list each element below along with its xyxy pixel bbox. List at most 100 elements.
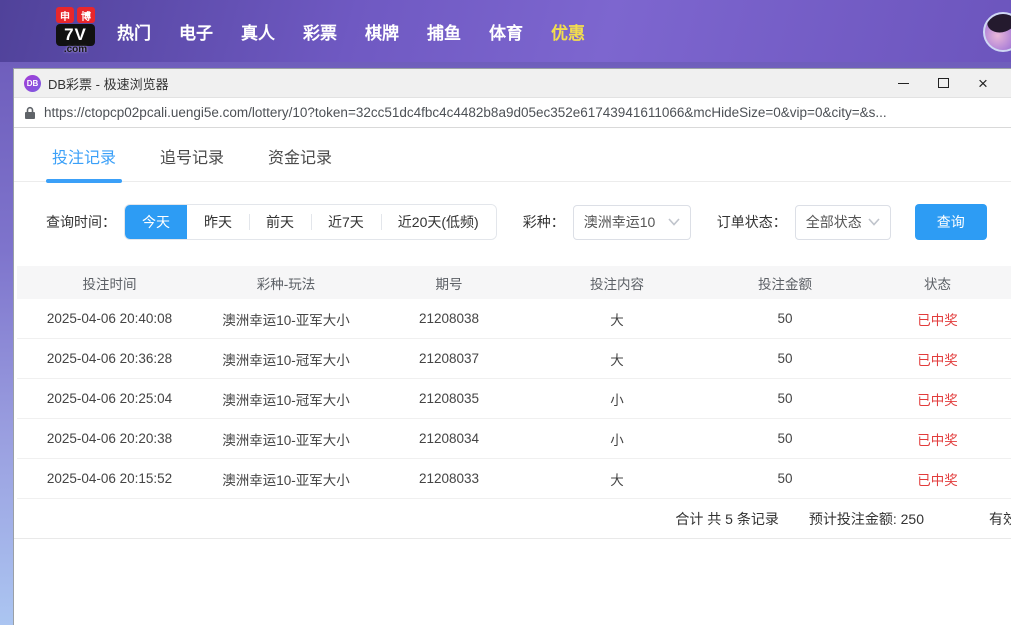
app-icon: DB: [24, 75, 41, 92]
bet-amount: 50: [706, 351, 864, 366]
close-icon: ×: [978, 75, 988, 92]
logo-badges: 申 博: [56, 7, 95, 23]
lottery-filter-label: 彩种：: [523, 212, 565, 232]
bet-records-table: 投注时间 彩种-玩法 期号 投注内容 投注金额 状态 2025-04-06 20…: [17, 266, 1011, 499]
col-bet-time: 投注时间: [17, 273, 202, 293]
status-badge: 已中奖: [864, 389, 1011, 409]
nav-item-fishing[interactable]: 捕鱼: [427, 19, 461, 44]
bet-amount: 50: [706, 391, 864, 406]
table-row: 2025-04-06 20:15:52 澳洲幸运10-亚军大小 21208033…: [17, 459, 1011, 499]
page-content: 投注记录 追号记录 资金记录 查询时间： 今天 昨天 前天 近7天 近20天(低…: [14, 128, 1011, 625]
order-status-select[interactable]: 全部状态: [795, 205, 891, 240]
logo-sub: .com: [64, 45, 87, 55]
time-option-day-before[interactable]: 前天: [249, 205, 311, 239]
time-option-7days[interactable]: 近7天: [311, 205, 381, 239]
time-option-today[interactable]: 今天: [125, 205, 187, 239]
table-row: 2025-04-06 20:36:28 澳洲幸运10-冠军大小 21208037…: [17, 339, 1011, 379]
chevron-down-icon: [668, 218, 680, 226]
chevron-down-icon: [868, 218, 880, 226]
col-issue: 期号: [370, 273, 528, 293]
summary-row: 合计 共 5 条记录 预计投注金额: 250 有效投注金额: [14, 499, 1011, 539]
lottery-play: 澳洲幸运10-亚军大小: [202, 429, 370, 449]
col-bet-amount: 投注金额: [706, 273, 864, 293]
col-lottery-play: 彩种-玩法: [202, 273, 370, 293]
site-logo[interactable]: 申 博 7V .com: [56, 7, 95, 55]
status-badge: 已中奖: [864, 469, 1011, 489]
table-header-row: 投注时间 彩种-玩法 期号 投注内容 投注金额 状态: [17, 266, 1011, 299]
bet-amount: 50: [706, 471, 864, 486]
col-status: 状态: [864, 273, 1011, 293]
summary-expected-amount: 预计投注金额: 250: [809, 509, 924, 529]
table-row: 2025-04-06 20:25:04 澳洲幸运10-冠军大小 21208035…: [17, 379, 1011, 419]
window-title-bar: DB DB彩票 - 极速浏览器 ×: [14, 69, 1011, 98]
status-badge: 已中奖: [864, 349, 1011, 369]
lottery-select[interactable]: 澳洲幸运10: [573, 205, 691, 240]
issue-number: 21208037: [370, 351, 528, 366]
maximize-button[interactable]: [923, 70, 963, 96]
minimize-icon: [898, 83, 909, 84]
lottery-select-value: 澳洲幸运10: [584, 212, 656, 232]
order-status-value: 全部状态: [806, 212, 862, 232]
nav-item-slots[interactable]: 电子: [179, 19, 213, 44]
bet-content: 大: [528, 309, 706, 329]
summary-valid-amount: 有效投注金额: [989, 509, 1011, 529]
search-button[interactable]: 查询: [915, 204, 987, 240]
lottery-play: 澳洲幸运10-冠军大小: [202, 349, 370, 369]
bet-time: 2025-04-06 20:40:08: [17, 311, 202, 326]
status-filter-label: 订单状态：: [717, 212, 787, 232]
bet-amount: 50: [706, 431, 864, 446]
table-row: 2025-04-06 20:20:38 澳洲幸运10-亚军大小 21208034…: [17, 419, 1011, 459]
bet-content: 小: [528, 389, 706, 409]
time-filter-group: 今天 昨天 前天 近7天 近20天(低频): [124, 204, 497, 240]
lottery-play: 澳洲幸运10-冠军大小: [202, 389, 370, 409]
tab-chase-records[interactable]: 追号记录: [160, 144, 224, 181]
time-option-yesterday[interactable]: 昨天: [187, 205, 249, 239]
window-controls: ×: [883, 70, 1003, 96]
maximize-icon: [938, 78, 949, 88]
issue-number: 21208033: [370, 471, 528, 486]
browser-window: DB DB彩票 - 极速浏览器 × https://ctopcp02pcali.…: [13, 68, 1011, 625]
nav-item-live[interactable]: 真人: [241, 19, 275, 44]
site-nav: 申 博 7V .com 热门 电子 真人 彩票 棋牌 捕鱼 体育 优惠: [0, 0, 1011, 62]
col-bet-content: 投注内容: [528, 273, 706, 293]
nav-item-lottery[interactable]: 彩票: [303, 19, 337, 44]
tab-bet-records[interactable]: 投注记录: [52, 144, 116, 181]
bet-content: 大: [528, 469, 706, 489]
lock-icon: [24, 106, 36, 120]
user-avatar[interactable]: [983, 12, 1011, 52]
table-row: 2025-04-06 20:40:08 澳洲幸运10-亚军大小 21208038…: [17, 299, 1011, 339]
lottery-play: 澳洲幸运10-亚军大小: [202, 469, 370, 489]
tab-fund-records[interactable]: 资金记录: [268, 144, 332, 181]
logo-badge-1: 申: [56, 7, 74, 23]
time-filter-label: 查询时间：: [46, 212, 116, 232]
bet-time: 2025-04-06 20:25:04: [17, 391, 202, 406]
issue-number: 21208034: [370, 431, 528, 446]
bet-content: 大: [528, 349, 706, 369]
record-tabs: 投注记录 追号记录 资金记录: [14, 128, 1011, 182]
nav-item-chess[interactable]: 棋牌: [365, 19, 399, 44]
nav-item-sports[interactable]: 体育: [489, 19, 523, 44]
url-text[interactable]: https://ctopcp02pcali.uengi5e.com/lotter…: [44, 105, 887, 120]
close-button[interactable]: ×: [963, 70, 1003, 96]
window-title: DB彩票 - 极速浏览器: [48, 74, 169, 93]
nav-item-hot[interactable]: 热门: [117, 19, 151, 44]
nav-menu: 热门 电子 真人 彩票 棋牌 捕鱼 体育 优惠: [117, 19, 585, 44]
status-badge: 已中奖: [864, 429, 1011, 449]
bet-time: 2025-04-06 20:36:28: [17, 351, 202, 366]
time-option-20days[interactable]: 近20天(低频): [381, 205, 496, 239]
logo-badge-2: 博: [77, 7, 95, 23]
status-badge: 已中奖: [864, 309, 1011, 329]
bet-time: 2025-04-06 20:20:38: [17, 431, 202, 446]
issue-number: 21208035: [370, 391, 528, 406]
lottery-play: 澳洲幸运10-亚军大小: [202, 309, 370, 329]
bet-content: 小: [528, 429, 706, 449]
summary-total-records: 合计 共 5 条记录: [675, 509, 778, 529]
minimize-button[interactable]: [883, 70, 923, 96]
bet-time: 2025-04-06 20:15:52: [17, 471, 202, 486]
filter-row: 查询时间： 今天 昨天 前天 近7天 近20天(低频) 彩种： 澳洲幸运10 订…: [46, 204, 1011, 240]
nav-item-promo[interactable]: 优惠: [551, 19, 585, 44]
url-bar[interactable]: https://ctopcp02pcali.uengi5e.com/lotter…: [14, 98, 1011, 128]
bet-amount: 50: [706, 311, 864, 326]
issue-number: 21208038: [370, 311, 528, 326]
logo-main: 7V: [56, 24, 95, 46]
